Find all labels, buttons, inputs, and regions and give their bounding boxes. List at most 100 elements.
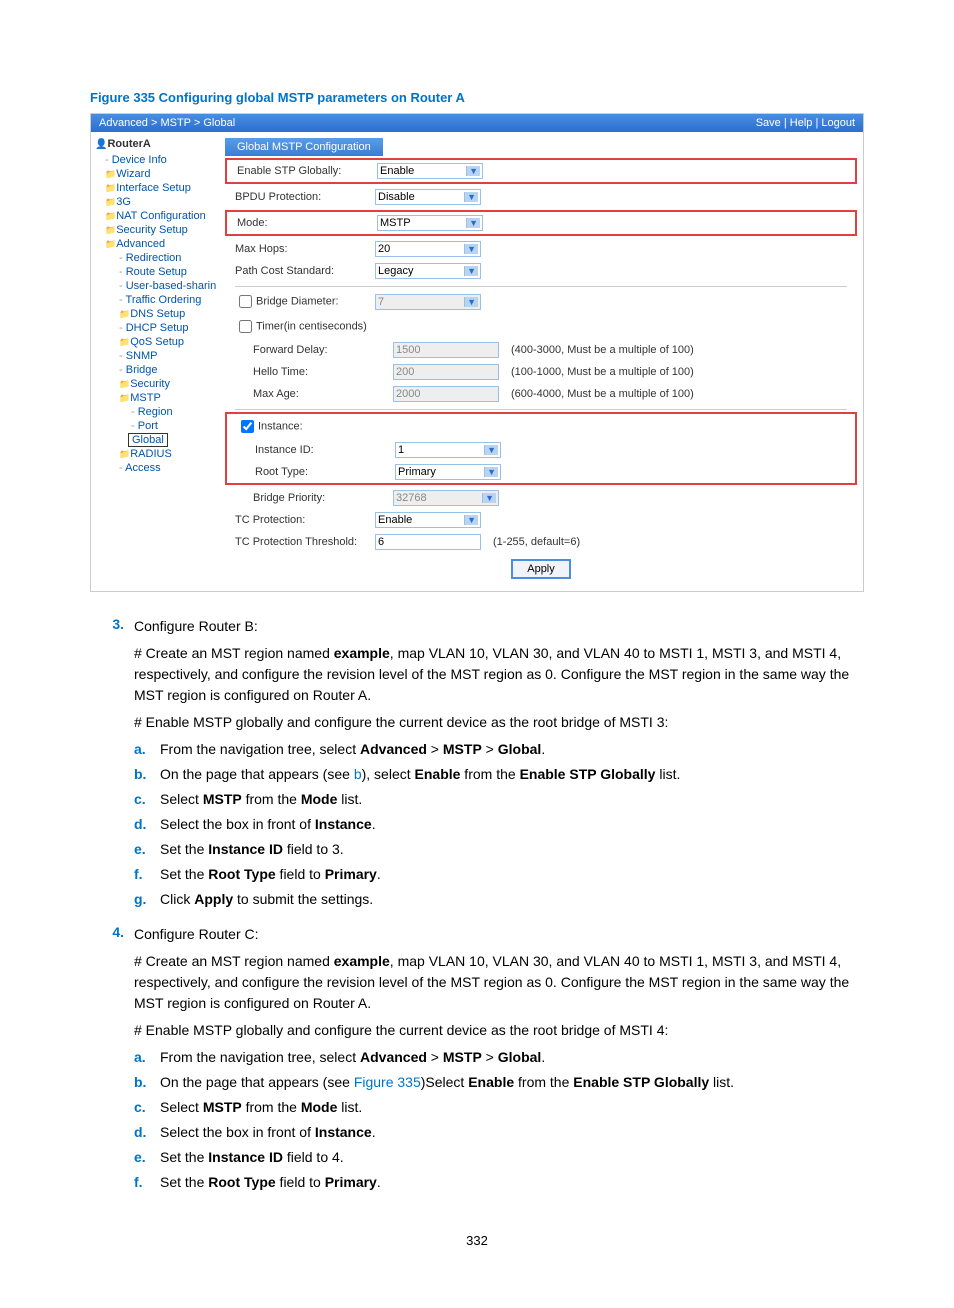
max-age-input: [393, 386, 499, 402]
timer-check[interactable]: [239, 320, 252, 333]
page-number: 332: [90, 1233, 864, 1248]
nav-qos-setup[interactable]: QoS Setup: [95, 335, 215, 349]
chevron-down-icon: ▼: [484, 467, 498, 477]
max-hops-select[interactable]: 20▼: [375, 241, 481, 257]
step-3f: f. Set the Root Type field to Primary.: [134, 864, 864, 885]
step-3-num: 3.: [90, 616, 134, 632]
nav-advanced[interactable]: Advanced: [95, 237, 215, 251]
step-4a: a. From the navigation tree, select Adva…: [134, 1047, 864, 1068]
tc-threshold-input[interactable]: [375, 534, 481, 550]
figure-caption: Figure 335 Configuring global MSTP param…: [90, 90, 864, 105]
nav-traffic-ordering[interactable]: Traffic Ordering: [95, 293, 215, 307]
nav-dhcp-setup[interactable]: DHCP Setup: [95, 321, 215, 335]
max-hops-label: Max Hops:: [225, 243, 375, 255]
tab-global-mstp[interactable]: Global MSTP Configuration: [225, 138, 383, 156]
chevron-down-icon: ▼: [482, 493, 496, 503]
chevron-down-icon: ▼: [466, 218, 480, 228]
root-type-select[interactable]: Primary▼: [395, 464, 501, 480]
nav-region[interactable]: Region: [95, 405, 215, 419]
chevron-down-icon: ▼: [464, 515, 478, 525]
step-3e: e. Set the Instance ID field to 3.: [134, 839, 864, 860]
step-4-num: 4.: [90, 924, 134, 940]
nav-tree: RouterA Device Info Wizard Interface Set…: [91, 132, 219, 591]
chevron-down-icon: ▼: [464, 266, 478, 276]
nav-user-based[interactable]: User-based-sharin: [95, 279, 215, 293]
step-3c: c. Select MSTP from the Mode list.: [134, 789, 864, 810]
bridge-priority-select: 32768▼: [393, 490, 499, 506]
bpdu-select[interactable]: Disable▼: [375, 189, 481, 205]
step-4f: f. Set the Root Type field to Primary.: [134, 1172, 864, 1193]
link-figure-335[interactable]: Figure 335: [354, 1074, 421, 1090]
path-cost-label: Path Cost Standard:: [225, 265, 375, 277]
enable-stp-select[interactable]: Enable▼: [377, 163, 483, 179]
nav-port[interactable]: Port: [95, 419, 215, 433]
screenshot-panel: Advanced > MSTP > Global Save | Help | L…: [90, 113, 864, 592]
chevron-down-icon: ▼: [484, 445, 498, 455]
breadcrumb: Advanced > MSTP > Global: [99, 117, 235, 129]
device-name: RouterA: [95, 138, 215, 150]
step-3-p2: # Enable MSTP globally and configure the…: [134, 712, 864, 733]
nav-radius[interactable]: RADIUS: [95, 447, 215, 461]
root-type-label: Root Type:: [227, 466, 395, 478]
nav-mstp[interactable]: MSTP: [95, 391, 215, 405]
nav-security-setup[interactable]: Security Setup: [95, 223, 215, 237]
breadcrumb-bar: Advanced > MSTP > Global Save | Help | L…: [91, 114, 863, 132]
forward-delay-label: Forward Delay:: [225, 344, 393, 356]
nav-route-setup[interactable]: Route Setup: [95, 265, 215, 279]
mode-select[interactable]: MSTP▼: [377, 215, 483, 231]
bridge-diameter-label: Bridge Diameter:: [225, 292, 375, 311]
step-3b: b. On the page that appears (see b), sel…: [134, 764, 864, 785]
hello-time-hint: (100-1000, Must be a multiple of 100): [511, 366, 694, 378]
step-3d: d. Select the box in front of Instance.: [134, 814, 864, 835]
nav-snmp[interactable]: SNMP: [95, 349, 215, 363]
bpdu-label: BPDU Protection:: [225, 191, 375, 203]
nav-global[interactable]: Global: [128, 433, 168, 447]
tc-protection-label: TC Protection:: [225, 514, 375, 526]
step-4-p1: # Create an MST region named example, ma…: [134, 951, 864, 1014]
max-age-label: Max Age:: [225, 388, 393, 400]
chevron-down-icon: ▼: [464, 192, 478, 202]
instance-label: Instance:: [227, 417, 377, 436]
step-4-title: Configure Router C:: [134, 924, 259, 945]
nav-interface-setup[interactable]: Interface Setup: [95, 181, 215, 195]
path-cost-select[interactable]: Legacy▼: [375, 263, 481, 279]
nav-bridge[interactable]: Bridge: [95, 363, 215, 377]
step-3-title: Configure Router B:: [134, 616, 258, 637]
step-4-p2: # Enable MSTP globally and configure the…: [134, 1020, 864, 1041]
max-age-hint: (600-4000, Must be a multiple of 100): [511, 388, 694, 400]
step-4b: b. On the page that appears (see Figure …: [134, 1072, 864, 1093]
bridge-diameter-check[interactable]: [239, 295, 252, 308]
forward-delay-hint: (400-3000, Must be a multiple of 100): [511, 344, 694, 356]
enable-stp-label: Enable STP Globally:: [227, 165, 377, 177]
step-4c: c. Select MSTP from the Mode list.: [134, 1097, 864, 1118]
chevron-down-icon: ▼: [466, 166, 480, 176]
bridge-diameter-select: 7▼: [375, 294, 481, 310]
mode-label: Mode:: [227, 217, 377, 229]
instance-check[interactable]: [241, 420, 254, 433]
hello-time-label: Hello Time:: [225, 366, 393, 378]
nav-access[interactable]: Access: [95, 461, 215, 475]
nav-device-info[interactable]: Device Info: [95, 153, 215, 167]
nav-security[interactable]: Security: [95, 377, 215, 391]
timer-label: Timer(in centiseconds): [225, 317, 375, 336]
link-b[interactable]: b: [354, 766, 362, 782]
tc-threshold-hint: (1-255, default=6): [493, 536, 580, 548]
bridge-priority-label: Bridge Priority:: [225, 492, 393, 504]
step-4e: e. Set the Instance ID field to 4.: [134, 1147, 864, 1168]
step-3g: g. Click Apply to submit the settings.: [134, 889, 864, 910]
form-area: Global MSTP Configuration Enable STP Glo…: [219, 132, 863, 591]
instance-id-select[interactable]: 1▼: [395, 442, 501, 458]
nav-dns-setup[interactable]: DNS Setup: [95, 307, 215, 321]
chevron-down-icon: ▼: [464, 297, 478, 307]
nav-wizard[interactable]: Wizard: [95, 167, 215, 181]
hello-time-input: [393, 364, 499, 380]
instance-id-label: Instance ID:: [227, 444, 395, 456]
tc-protection-select[interactable]: Enable▼: [375, 512, 481, 528]
nav-nat[interactable]: NAT Configuration: [95, 209, 215, 223]
nav-redirection[interactable]: Redirection: [95, 251, 215, 265]
apply-button[interactable]: Apply: [511, 559, 571, 579]
nav-3g[interactable]: 3G: [95, 195, 215, 209]
tc-threshold-label: TC Protection Threshold:: [225, 536, 375, 548]
topbar-links[interactable]: Save | Help | Logout: [756, 117, 855, 129]
forward-delay-input: [393, 342, 499, 358]
